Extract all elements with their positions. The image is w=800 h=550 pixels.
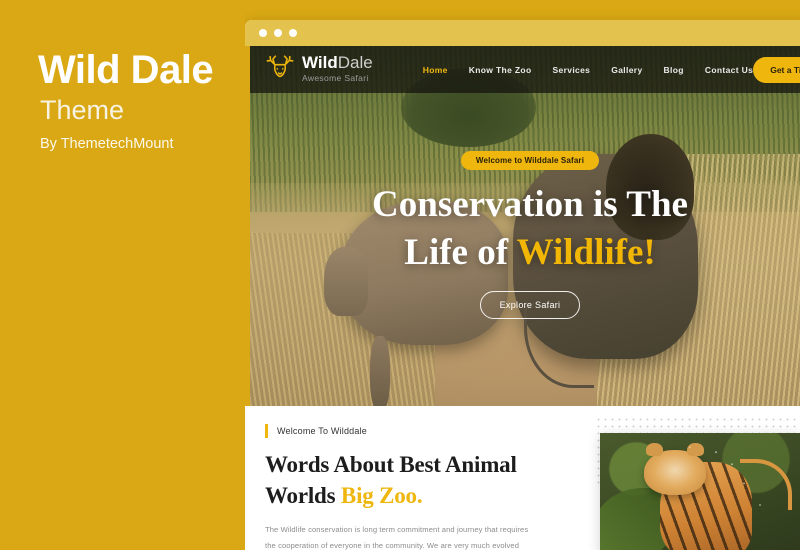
deer-head-icon <box>265 52 295 87</box>
desktop-browser-chrome <box>245 20 800 46</box>
desktop-logo-text: WildDale <box>302 53 373 73</box>
brand-subtitle: Theme <box>40 95 125 125</box>
explore-safari-button[interactable]: Explore Safari <box>479 290 581 319</box>
desktop-logo-tagline: Awesome Safari <box>302 73 369 84</box>
nav-item-blog[interactable]: Blog <box>664 65 684 75</box>
brand-title: Wild Dale <box>38 48 214 92</box>
desktop-navbar: WildDale Awesome Safari Home Know The Zo… <box>250 46 800 93</box>
desktop-preview-mockup: WildDale Awesome Safari Home Know The Zo… <box>245 20 800 550</box>
desktop-hero-section: WildDale Awesome Safari Home Know The Zo… <box>245 46 800 406</box>
desktop-nav-menu: Home Know The Zoo Services Gallery Blog … <box>423 65 754 75</box>
nav-item-know-the-zoo[interactable]: Know The Zoo <box>469 65 532 75</box>
branding-panel: Wild Dale Theme By ThemetechMount <box>0 0 245 550</box>
nav-item-services[interactable]: Services <box>552 65 590 75</box>
desktop-logo[interactable]: WildDale Awesome Safari <box>265 52 373 87</box>
desktop-about-section: Welcome To Wilddale Words About Best Ani… <box>245 406 800 550</box>
chrome-dot-close-icon[interactable] <box>259 29 267 37</box>
about-heading: Words About Best Animal Worlds Big Zoo. <box>265 452 517 509</box>
hero-badge: Welcome to Wilddale Safari <box>460 151 600 171</box>
hero-heading: Conservation is The Life of Wildlife! <box>372 184 688 273</box>
brand-author: By ThemetechMount <box>40 136 174 152</box>
get-tickets-button[interactable]: Get a Tickets <box>753 56 800 83</box>
about-paragraph: The Wildlife conservation is long term c… <box>265 525 529 550</box>
chrome-dot-minimize-icon[interactable] <box>274 29 282 37</box>
nav-item-contact-us[interactable]: Contact Us <box>705 65 753 75</box>
chrome-dot-maximize-icon[interactable] <box>289 29 297 37</box>
nav-item-gallery[interactable]: Gallery <box>611 65 642 75</box>
nav-item-home[interactable]: Home <box>423 65 448 75</box>
about-tiger-image <box>600 433 800 550</box>
